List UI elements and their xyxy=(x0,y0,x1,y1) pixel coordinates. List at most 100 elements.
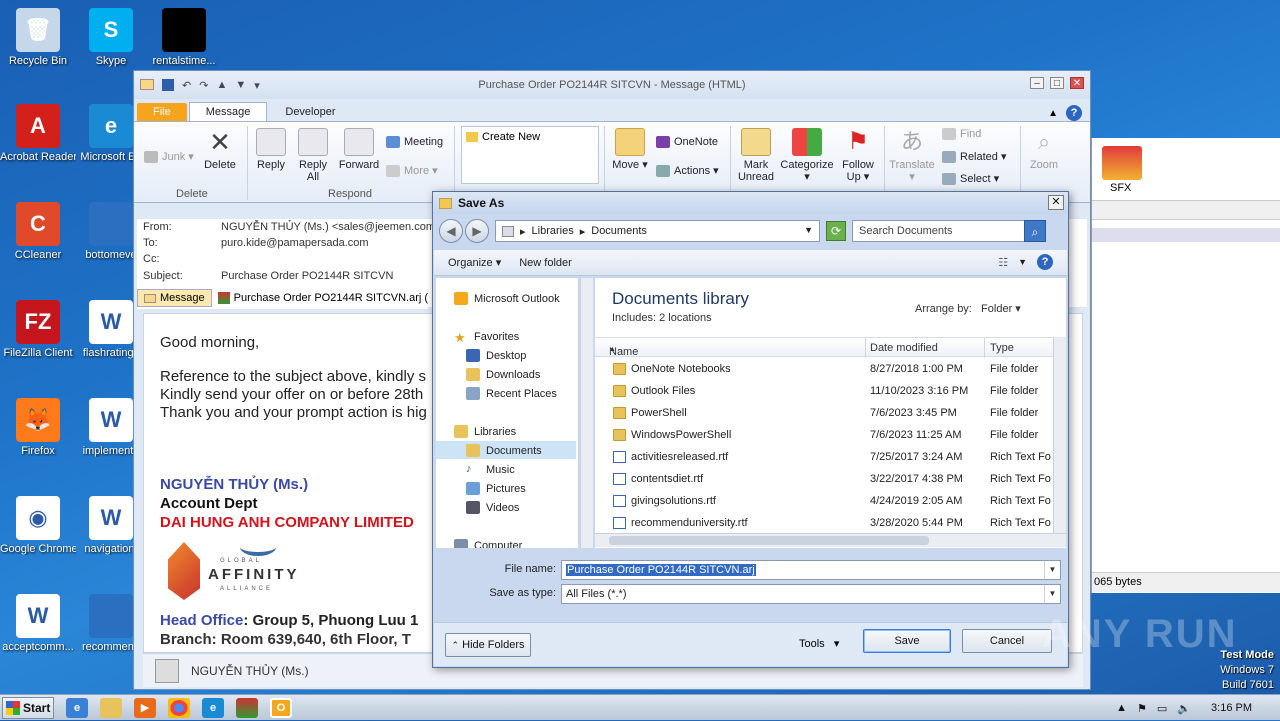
nav-videos[interactable]: Videos xyxy=(466,501,519,514)
tab-file[interactable]: File xyxy=(137,103,187,121)
file-list-item[interactable]: activitiesreleased.rtf 7/25/2017 3:24 AM R… xyxy=(595,447,1053,469)
file-name-input[interactable]: Purchase Order PO2144R SITCVN.arj ▼ xyxy=(561,560,1061,580)
desktop-icon[interactable]: Wacceptcomm... xyxy=(0,594,76,653)
move-button[interactable]: Move ▾ xyxy=(610,128,650,171)
file-list-item[interactable]: Outlook Files 11/10/2023 3:16 PM File fold… xyxy=(595,381,1053,403)
save-button[interactable]: Save xyxy=(863,629,951,653)
find-button[interactable]: Find xyxy=(942,128,981,140)
address-bar[interactable]: ▸ Libraries ▸ Documents ▼ xyxy=(495,220,820,242)
chrome-icon[interactable] xyxy=(168,697,190,718)
maximize-button[interactable]: □ xyxy=(1050,77,1064,89)
file-list-hscrollbar[interactable] xyxy=(595,533,1066,547)
onenote-button[interactable]: OneNote xyxy=(656,136,718,148)
file-list-item[interactable]: contentsdiet.rtf 3/22/2017 4:38 PM Rich Te… xyxy=(595,469,1053,491)
chevron-down-icon[interactable]: ▼ xyxy=(804,225,813,235)
actions-button[interactable]: Actions ▾ xyxy=(656,164,719,177)
help-icon[interactable]: ? xyxy=(1066,105,1082,121)
mark-unread-button[interactable]: Mark Unread xyxy=(734,128,778,183)
minimize-button[interactable]: – xyxy=(1030,77,1044,89)
desktop-icon[interactable]: A Acrobat Reader DC xyxy=(0,104,76,163)
search-icon[interactable]: ⌕ xyxy=(1024,220,1046,242)
reply-button[interactable]: Reply xyxy=(252,128,290,171)
ie-icon[interactable]: e xyxy=(66,697,88,718)
desktop-icon[interactable]: ◉ Google Chrome xyxy=(0,496,76,555)
new-folder-button[interactable]: New folder xyxy=(519,257,572,269)
start-button[interactable]: Start xyxy=(2,696,54,719)
desktop-icon[interactable]: 🗑 Recycle Bin xyxy=(0,8,76,67)
follow-up-button[interactable]: ⚑ Follow Up ▾ xyxy=(838,128,878,183)
file-list-item[interactable]: recommenduniversity.rtf 3/28/2020 5:44 PM… xyxy=(595,513,1053,535)
nav-documents[interactable]: Documents xyxy=(466,444,542,457)
down-arrow-icon[interactable]: ▼ xyxy=(235,79,246,92)
file-list-item[interactable]: OneNote Notebooks 8/27/2018 1:00 PM File f… xyxy=(595,359,1053,381)
nav-computer[interactable]: Computer xyxy=(454,539,522,548)
save-as-type-select[interactable]: All Files (*.*) ▼ xyxy=(561,584,1061,604)
up-arrow-icon[interactable]: ▲ xyxy=(216,79,227,92)
delete-button[interactable]: ✕ Delete xyxy=(200,128,240,171)
search-input[interactable]: Search Documents ⌕ xyxy=(852,220,1046,242)
quick-steps-gallery[interactable]: Create New xyxy=(461,126,599,184)
junk-button[interactable]: Junk ▾ xyxy=(144,150,194,163)
customize-qa-icon[interactable]: ▾ xyxy=(254,79,260,92)
desktop-icon[interactable]: FZ FileZilla Client xyxy=(0,300,76,359)
reply-all-button[interactable]: Reply All xyxy=(294,128,332,183)
edge-icon[interactable]: e xyxy=(202,697,224,718)
related-button[interactable]: Related ▾ xyxy=(942,150,1007,163)
desktop-icon[interactable]: rentalstime... xyxy=(146,8,222,67)
to-value[interactable]: puro.kide@pamapersada.com xyxy=(221,237,369,249)
nav-recent-places[interactable]: Recent Places xyxy=(466,387,557,400)
view-options-icon[interactable]: ☷ xyxy=(998,256,1008,269)
tab-developer[interactable]: Developer xyxy=(269,103,351,121)
nav-pictures[interactable]: Pictures xyxy=(466,482,526,495)
clock[interactable]: 3:16 PM xyxy=(1211,702,1252,714)
undo-icon[interactable]: ↶ xyxy=(182,79,191,92)
translate-button[interactable]: あ Translate ▾ xyxy=(888,128,936,183)
forward-button[interactable]: Forward xyxy=(336,128,382,171)
select-button[interactable]: Select ▾ xyxy=(942,172,999,185)
close-button[interactable]: ✕ xyxy=(1070,77,1084,89)
desktop-icon[interactable]: S Skype xyxy=(73,8,149,67)
view-dropdown-icon[interactable]: ▼ xyxy=(1018,257,1027,267)
save-icon[interactable] xyxy=(162,78,174,91)
meeting-button[interactable]: Meeting xyxy=(386,136,443,148)
dialog-close-button[interactable]: ✕ xyxy=(1048,195,1064,210)
nav-music[interactable]: ♪ Music xyxy=(466,463,515,476)
tab-message[interactable]: Message xyxy=(188,102,268,121)
from-value[interactable]: NGUYỄN THỦY (Ms.) <sales@jeemen.com> xyxy=(221,221,441,233)
sfx-icon[interactable] xyxy=(1102,146,1142,180)
volume-icon[interactable]: 🔈 xyxy=(1177,702,1191,715)
chevron-down-icon[interactable]: ▼ xyxy=(1044,585,1060,603)
nav-downloads[interactable]: Downloads xyxy=(466,368,540,381)
hide-folders-button[interactable]: ⌃ Hide Folders xyxy=(445,633,531,657)
forward-button[interactable]: ▶ xyxy=(465,219,489,243)
network-icon[interactable]: ▭ xyxy=(1157,702,1167,715)
nav-desktop[interactable]: Desktop xyxy=(466,349,526,362)
create-new-quick-step[interactable]: Create New xyxy=(482,131,540,143)
library-includes[interactable]: Includes: 2 locations xyxy=(612,312,712,324)
breadcrumb-documents[interactable]: Documents xyxy=(591,225,647,237)
file-list-item[interactable]: PowerShell 7/6/2023 3:45 PM File folder xyxy=(595,403,1053,425)
nav-pane-scrollbar[interactable] xyxy=(580,278,593,548)
nav-microsoft-outlook[interactable]: Microsoft Outlook xyxy=(454,292,560,305)
tray-expand-icon[interactable]: ▲ xyxy=(1116,702,1127,714)
cancel-button[interactable]: Cancel xyxy=(962,629,1052,653)
winrar-icon[interactable] xyxy=(236,697,258,718)
column-date-modified[interactable]: Date modified xyxy=(870,342,938,354)
desktop-icon[interactable]: C CCleaner xyxy=(0,202,76,261)
tools-button[interactable]: Tools ▾ xyxy=(799,637,839,650)
file-list-item[interactable]: givingsolutions.rtf 4/24/2019 2:05 AM Rich… xyxy=(595,491,1053,513)
outlook-taskbar-icon[interactable]: O xyxy=(270,697,292,718)
zoom-button[interactable]: ⌕ Zoom xyxy=(1024,128,1064,171)
action-center-icon[interactable]: ⚑ xyxy=(1137,702,1147,715)
breadcrumb-libraries[interactable]: Libraries xyxy=(532,225,574,237)
nav-favorites[interactable]: ★ Favorites xyxy=(454,330,519,345)
nav-libraries[interactable]: Libraries xyxy=(454,425,516,438)
message-tab[interactable]: Message xyxy=(137,289,212,307)
media-player-icon[interactable]: ▶ xyxy=(134,697,156,718)
back-button[interactable]: ◀ xyxy=(439,219,463,243)
help-icon[interactable]: ? xyxy=(1037,254,1053,270)
refresh-button[interactable]: ⟳ xyxy=(826,221,846,241)
file-list-item[interactable]: WindowsPowerShell 7/6/2023 11:25 AM File f… xyxy=(595,425,1053,447)
desktop-icon[interactable]: 🦊 Firefox xyxy=(0,398,76,457)
explorer-icon[interactable] xyxy=(100,697,122,718)
